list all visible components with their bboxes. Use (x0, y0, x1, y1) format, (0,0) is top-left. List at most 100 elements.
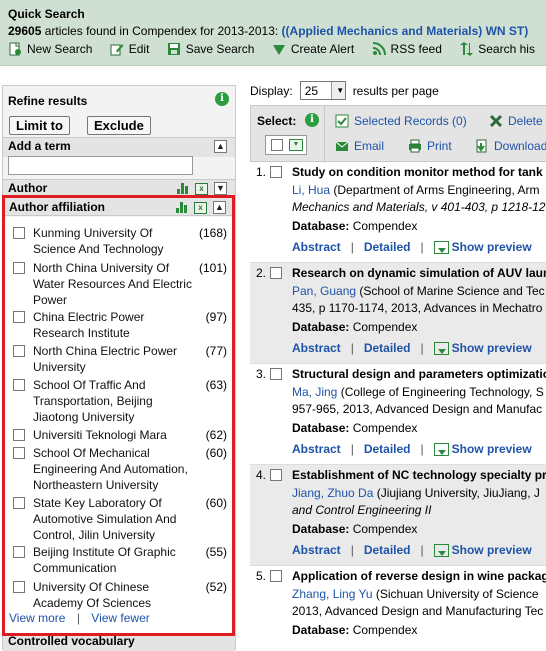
affiliation-checkbox[interactable] (13, 379, 25, 391)
result-title[interactable]: Application of reverse design in wine pa… (292, 569, 546, 583)
result-record: 3. Structural design and parameters opti… (250, 364, 546, 465)
download-button[interactable]: Download (475, 139, 546, 153)
preview-icon (433, 341, 449, 355)
affiliation-count: (63) (205, 378, 227, 392)
author-section[interactable]: Author x ▼ (3, 179, 235, 196)
export-excel-icon[interactable]: x (195, 182, 208, 195)
result-citation-line2: 957-965, 2013, Advanced Design and Manuf… (292, 402, 543, 416)
detailed-link[interactable]: Detailed (364, 442, 411, 456)
affiliation-checkbox[interactable] (13, 546, 25, 558)
edit-button[interactable]: Edit (110, 42, 149, 56)
edit-icon (110, 44, 124, 56)
affiliation-checkbox[interactable] (13, 497, 25, 509)
result-checkbox[interactable] (270, 166, 282, 178)
collapse-icon[interactable]: ▲ (213, 201, 226, 214)
result-title[interactable]: Structural design and parameters optimiz… (292, 367, 546, 381)
result-citation-line2: 435, p 1170-1174, 2013, Advances in Mech… (292, 301, 543, 315)
show-preview-link[interactable]: Show preview (452, 341, 532, 355)
result-title[interactable]: Establishment of NC technology specialty… (292, 468, 546, 482)
result-database: Database: Compendex (292, 219, 418, 233)
show-preview-link[interactable]: Show preview (452, 543, 532, 557)
save-search-button[interactable]: Save Search (167, 42, 254, 56)
delete-button[interactable]: Delete (489, 114, 543, 128)
quick-search-header: Quick Search 29605 articles found in Com… (0, 0, 546, 66)
collapse-icon[interactable]: ▲ (214, 140, 227, 153)
info-icon[interactable]: i (215, 92, 229, 106)
result-checkbox[interactable] (270, 570, 282, 582)
affiliation-count: (55) (205, 545, 227, 559)
print-button[interactable]: Print (408, 139, 452, 153)
affiliation-checkbox[interactable] (13, 429, 25, 441)
author-link[interactable]: Zhang, Ling Yu (292, 587, 373, 601)
selected-records-link[interactable]: Selected Records (0) (335, 114, 467, 128)
author-affiliation-section: Author affiliation x ▲ Kunming Universit… (2, 195, 235, 636)
results-list: 1. Study on condition monitor method for… (250, 162, 546, 650)
abstract-link[interactable]: Abstract (292, 341, 341, 355)
preview-icon (433, 442, 449, 456)
result-citation-line2: 2013, Advanced Design and Manufacturing … (292, 604, 544, 618)
select-all-dropdown[interactable]: ▼ (265, 135, 307, 155)
affiliation-checkbox[interactable] (13, 581, 25, 593)
info-icon[interactable]: i (305, 113, 319, 127)
result-title[interactable]: Study on condition monitor method for ta… (292, 165, 546, 179)
abstract-link[interactable]: Abstract (292, 543, 341, 557)
chart-icon[interactable] (176, 202, 188, 213)
affiliation-checkbox[interactable] (13, 262, 25, 274)
email-icon (335, 141, 349, 151)
affiliation-checkbox[interactable] (13, 345, 25, 357)
chart-icon[interactable] (177, 183, 189, 194)
controlled-vocabulary-label: Controlled vocabulary (8, 634, 135, 648)
expand-icon[interactable]: ▼ (214, 182, 227, 195)
export-excel-icon[interactable]: x (194, 201, 207, 214)
detailed-link[interactable]: Detailed (364, 240, 411, 254)
detailed-link[interactable]: Detailed (364, 543, 411, 557)
result-citation: Zhang, Ling Yu (Sichuan University of Sc… (292, 587, 539, 601)
rss-feed-button[interactable]: RSS feed (372, 42, 442, 56)
detailed-link[interactable]: Detailed (364, 341, 411, 355)
limit-to-button[interactable]: Limit to (9, 116, 70, 135)
affiliation-name: Kunming University Of Science And Techno… (33, 226, 164, 256)
author-label: Author (8, 181, 48, 195)
abstract-link[interactable]: Abstract (292, 240, 341, 254)
result-record: 5. Application of reverse design in wine… (250, 566, 546, 650)
result-citation: Jiang, Zhuo Da (Jiujiang University, Jiu… (292, 486, 540, 500)
view-fewer-link[interactable]: View fewer (91, 611, 149, 625)
add-term-input[interactable] (8, 156, 193, 175)
abstract-link[interactable]: Abstract (292, 442, 341, 456)
search-history-icon (460, 42, 474, 56)
result-number: 5. (256, 569, 267, 583)
view-more-link[interactable]: View more (9, 611, 65, 625)
email-button[interactable]: Email (335, 139, 384, 153)
affiliation-name: University Of Chinese Academy Of Science… (33, 580, 152, 610)
summary-text: articles found in Compendex for 2013-201… (44, 24, 279, 38)
affiliation-checkbox[interactable] (13, 227, 25, 239)
search-history-button[interactable]: Search his (459, 42, 535, 56)
result-links: Abstract | Detailed | Show preview (292, 341, 532, 355)
author-link[interactable]: Ma, Jing (292, 385, 337, 399)
author-link[interactable]: Jiang, Zhuo Da (292, 486, 373, 500)
rss-icon (372, 42, 386, 56)
results-per-page-select[interactable]: 25 ▼ (299, 81, 346, 100)
result-title[interactable]: Research on dynamic simulation of AUV la… (292, 266, 546, 280)
author-link[interactable]: Pan, Guang (292, 284, 356, 298)
affiliation-checkbox[interactable] (13, 311, 25, 323)
download-icon (476, 139, 487, 153)
exclude-button[interactable]: Exclude (87, 116, 151, 135)
result-checkbox[interactable] (270, 368, 282, 380)
create-alert-button[interactable]: Create Alert (272, 42, 354, 56)
new-search-button[interactable]: New Search (8, 42, 92, 56)
affiliation-count: (60) (205, 496, 227, 510)
affiliation-count: (60) (205, 446, 227, 460)
affiliation-name: North China Electric Power University (33, 344, 178, 374)
result-checkbox[interactable] (270, 267, 282, 279)
author-link[interactable]: Li, Hua (292, 183, 330, 197)
affiliation-checkbox[interactable] (13, 447, 25, 459)
display-label: Display: (250, 83, 293, 98)
select-all-checkbox[interactable] (271, 139, 283, 151)
result-citation-line2: Mechanics and Materials, v 401-403, p 12… (292, 200, 546, 214)
show-preview-link[interactable]: Show preview (452, 240, 532, 254)
delete-icon (489, 114, 503, 128)
result-checkbox[interactable] (270, 469, 282, 481)
show-preview-link[interactable]: Show preview (452, 442, 532, 456)
search-query-link[interactable]: ((Applied Mechanics and Materials) WN ST… (282, 24, 529, 38)
